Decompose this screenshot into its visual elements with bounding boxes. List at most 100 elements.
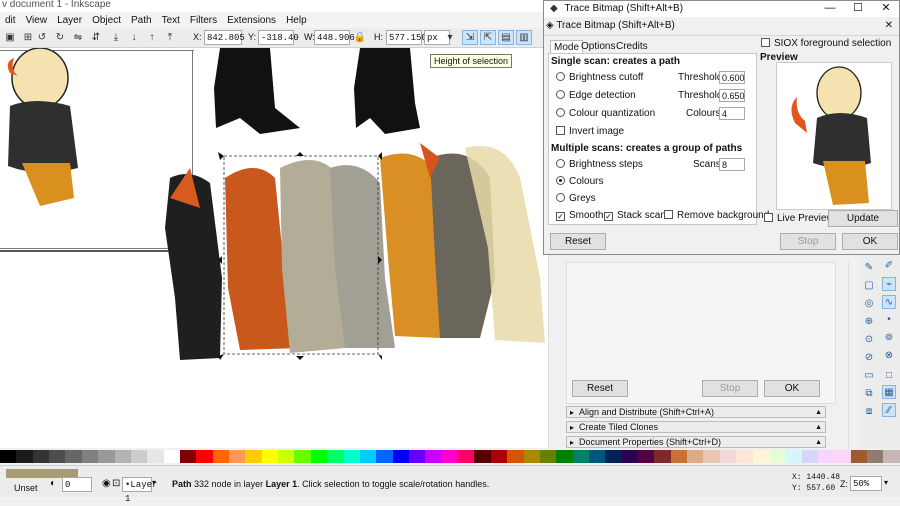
dock-reset-button[interactable]: Reset bbox=[572, 380, 628, 397]
stop-button[interactable]: Stop bbox=[780, 233, 836, 250]
snap-page-icon[interactable]: ▭ bbox=[862, 369, 876, 383]
threshold-edge-field[interactable]: 0.650 bbox=[719, 89, 745, 102]
greys-radio[interactable]: Greys bbox=[556, 193, 596, 205]
menu-item[interactable]: Text bbox=[157, 15, 185, 26]
ok-button[interactable]: OK bbox=[842, 233, 898, 250]
close-icon[interactable]: ✕ bbox=[873, 1, 899, 17]
palette-swatch[interactable] bbox=[16, 450, 33, 463]
palette-swatch[interactable] bbox=[703, 450, 720, 463]
menu-item[interactable]: Object bbox=[87, 15, 126, 26]
update-button[interactable]: Update bbox=[828, 210, 898, 227]
scans-field[interactable]: 8 bbox=[719, 158, 745, 171]
h-field[interactable]: 577.150 bbox=[386, 30, 427, 45]
flip-horizontal-icon[interactable]: ⇋ bbox=[70, 30, 86, 45]
palette-swatch[interactable] bbox=[638, 450, 655, 463]
rotate-ccw-icon[interactable]: ↺ bbox=[34, 30, 50, 45]
palette-swatch[interactable] bbox=[294, 450, 311, 463]
palette-swatch[interactable] bbox=[850, 450, 868, 463]
snap-object-center-icon[interactable]: ⊚ bbox=[882, 331, 896, 345]
dock-scrollbar[interactable] bbox=[848, 262, 859, 448]
x-field[interactable]: 842.805 bbox=[204, 30, 245, 45]
palette-swatch[interactable] bbox=[458, 450, 475, 463]
menu-item[interactable]: Help bbox=[281, 15, 312, 26]
chevron-down-icon[interactable]: ▾ bbox=[152, 478, 156, 487]
brightness-cutoff-radio[interactable]: Brightness cutoff bbox=[556, 72, 643, 84]
move-gradients-icon[interactable]: ▤ bbox=[498, 30, 514, 45]
menu-item[interactable]: dit bbox=[0, 15, 21, 26]
palette-swatch[interactable] bbox=[65, 450, 82, 463]
snap-cusp-icon[interactable]: ∿ bbox=[882, 295, 896, 309]
menu-item[interactable]: Extensions bbox=[222, 15, 281, 26]
palette-swatch[interactable] bbox=[179, 450, 197, 463]
palette-swatch[interactable] bbox=[441, 450, 459, 463]
scale-corners-icon[interactable]: ⇱ bbox=[480, 30, 496, 45]
lower-icon[interactable]: ↓ bbox=[126, 30, 142, 45]
palette-swatch[interactable] bbox=[817, 450, 835, 463]
palette-swatch[interactable] bbox=[507, 450, 524, 463]
edge-detection-radio[interactable]: Edge detection bbox=[556, 90, 636, 102]
siox-checkbox[interactable]: SIOX foreground selection bbox=[761, 38, 891, 50]
reset-button[interactable]: Reset bbox=[550, 233, 606, 250]
minimize-icon[interactable]: — bbox=[817, 1, 843, 17]
palette-swatch[interactable] bbox=[229, 450, 246, 463]
move-patterns-icon[interactable]: ▥ bbox=[516, 30, 532, 45]
opacity-field[interactable]: 0 bbox=[62, 477, 92, 492]
palette-swatch[interactable] bbox=[261, 450, 279, 463]
snap-grid-icon[interactable]: ▦ bbox=[882, 385, 896, 399]
snap-bbox-icon[interactable]: ▢ bbox=[862, 279, 876, 293]
palette-swatch[interactable] bbox=[245, 450, 262, 463]
palette-swatch[interactable] bbox=[98, 450, 115, 463]
palette-swatch[interactable] bbox=[212, 450, 230, 463]
dock-stop-button[interactable]: Stop bbox=[702, 380, 758, 397]
snap-center-icon[interactable]: ⊙ bbox=[862, 333, 876, 347]
palette-swatch[interactable] bbox=[408, 450, 426, 463]
palette-swatch[interactable] bbox=[801, 450, 818, 463]
drawing-canvas[interactable] bbox=[0, 48, 560, 448]
palette-swatch[interactable] bbox=[523, 450, 540, 463]
palette-swatch[interactable] bbox=[147, 450, 164, 463]
y-field[interactable]: -318.40 bbox=[258, 30, 299, 45]
palette-swatch[interactable] bbox=[490, 450, 508, 463]
menu-item[interactable]: View bbox=[21, 15, 53, 26]
close-icon[interactable]: ✕ bbox=[885, 17, 893, 35]
smooth-checkbox[interactable]: ✓ Smooth bbox=[556, 210, 603, 222]
palette-swatch[interactable] bbox=[392, 450, 409, 463]
threshold-brightness-field[interactable]: 0.600 bbox=[719, 71, 745, 84]
palette-swatch[interactable] bbox=[32, 450, 50, 463]
colour-quantization-radio[interactable]: Colour quantization bbox=[556, 108, 655, 120]
snap-intersection-icon[interactable]: ⊕ bbox=[862, 315, 876, 329]
snap-guides-icon[interactable]: ∕∕ bbox=[882, 403, 896, 417]
stack-scans-checkbox[interactable]: ✓ Stack scans bbox=[604, 210, 671, 222]
palette-swatch[interactable] bbox=[719, 450, 737, 463]
snap-text-icon[interactable]: ⊗ bbox=[882, 349, 896, 363]
palette-swatch[interactable] bbox=[278, 450, 295, 463]
palette-swatch[interactable] bbox=[343, 450, 360, 463]
menu-item[interactable]: Filters bbox=[185, 15, 222, 26]
align-distribute-panel[interactable]: Align and Distribute (Shift+Ctrl+A) bbox=[566, 406, 826, 418]
menu-item[interactable]: Layer bbox=[52, 15, 87, 26]
flip-vertical-icon[interactable]: ⇵ bbox=[88, 30, 104, 45]
lock-icon[interactable]: ⊡ bbox=[112, 478, 120, 489]
zoom-field[interactable]: 50% bbox=[850, 476, 882, 491]
document-properties-panel[interactable]: Document Properties (Shift+Ctrl+D) bbox=[566, 436, 826, 448]
palette-swatch[interactable] bbox=[130, 450, 148, 463]
palette-swatch[interactable] bbox=[621, 450, 639, 463]
scale-stroke-icon[interactable]: ⇲ bbox=[462, 30, 478, 45]
tiled-clones-panel[interactable]: Create Tiled Clones bbox=[566, 421, 826, 433]
palette-swatch[interactable] bbox=[196, 450, 213, 463]
snap-nodes-icon[interactable]: ⌁ bbox=[882, 277, 896, 291]
palette-swatch[interactable] bbox=[867, 450, 884, 463]
live-preview-checkbox[interactable]: Live Preview bbox=[764, 213, 834, 225]
palette-swatch[interactable] bbox=[163, 450, 180, 463]
palette-swatch[interactable] bbox=[834, 450, 851, 463]
lower-bottom-icon[interactable]: ⤓ bbox=[108, 30, 124, 45]
w-field[interactable]: 448.906 bbox=[314, 30, 355, 45]
eye-icon[interactable]: ◉ bbox=[102, 478, 111, 489]
palette-swatch[interactable] bbox=[687, 450, 704, 463]
raise-top-icon[interactable]: ⤒ bbox=[162, 30, 178, 45]
snap-rotation-icon[interactable]: ⊘ bbox=[862, 351, 876, 365]
palette-swatch[interactable] bbox=[752, 450, 769, 463]
palette-swatch[interactable] bbox=[425, 450, 442, 463]
palette-swatch[interactable] bbox=[327, 450, 344, 463]
palette-swatch[interactable] bbox=[588, 450, 606, 463]
